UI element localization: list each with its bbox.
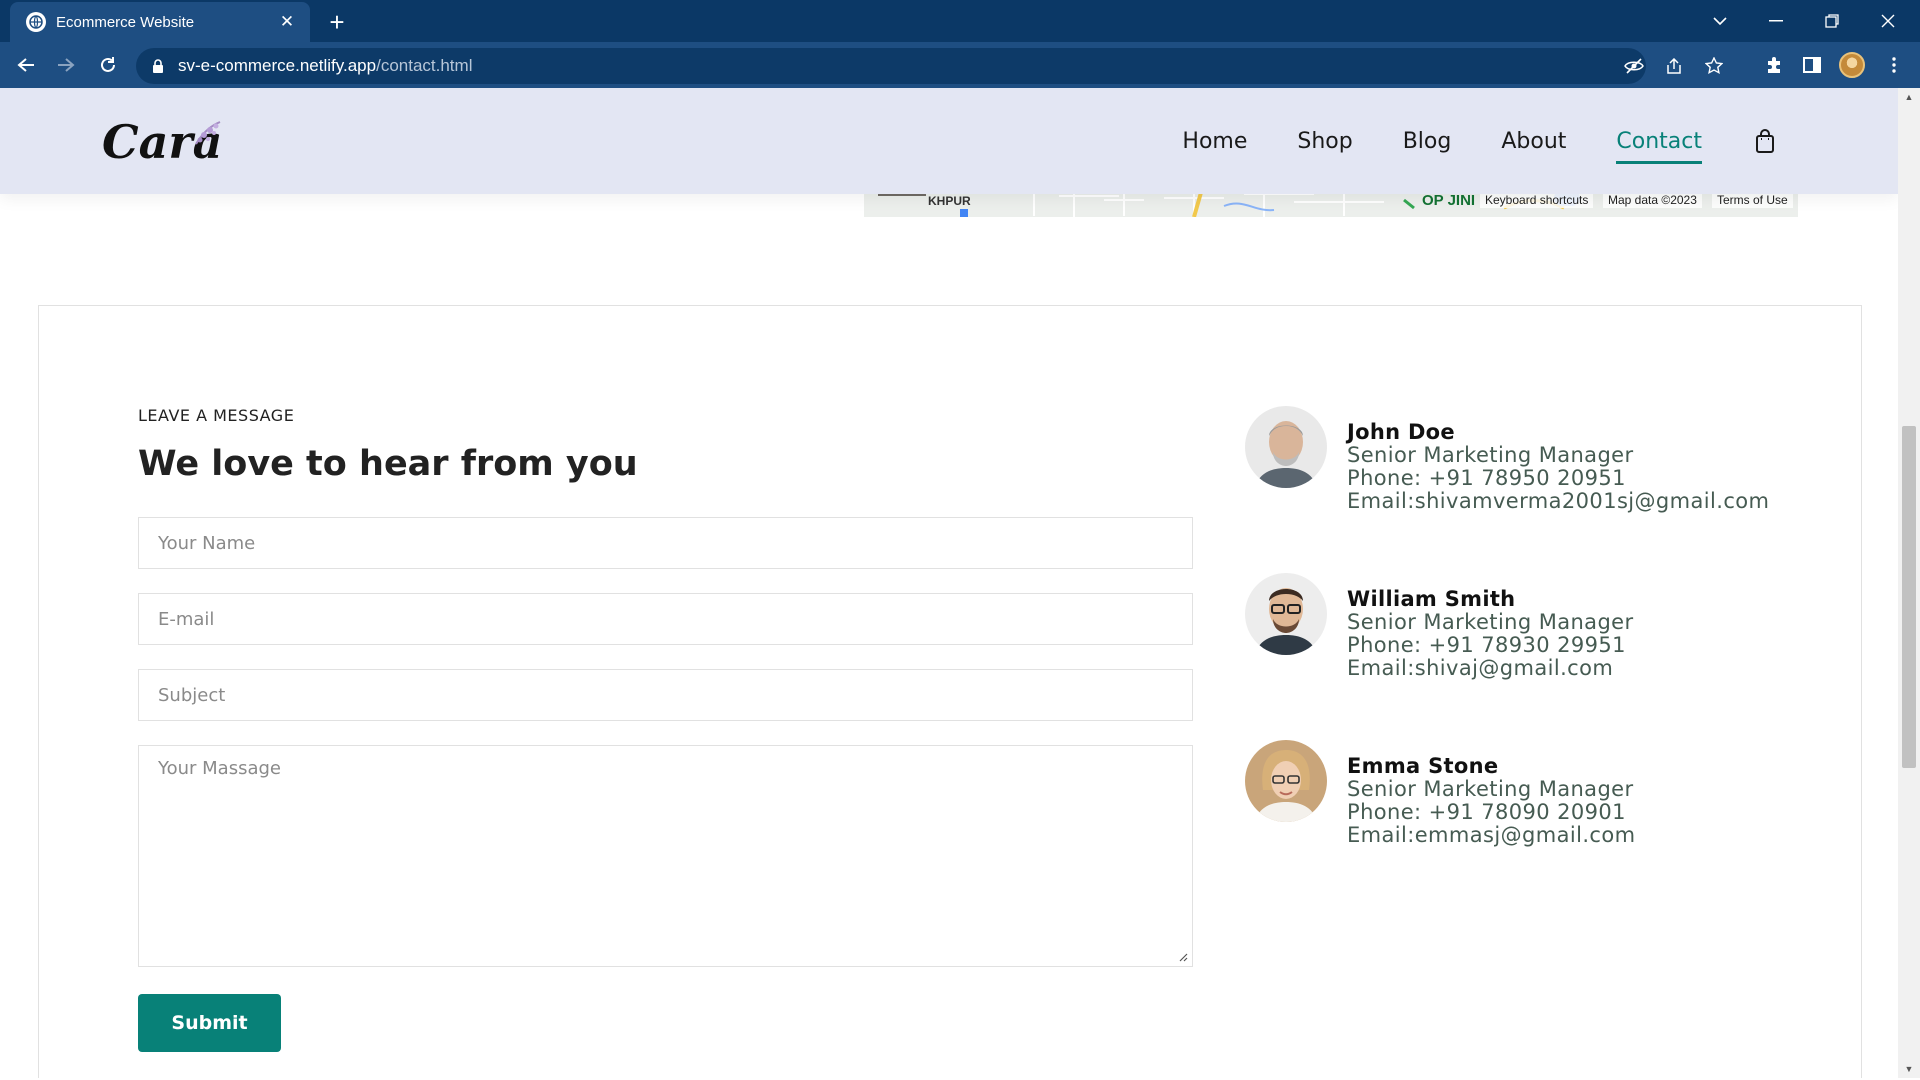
back-arrow-icon[interactable] xyxy=(6,45,46,85)
eye-off-icon[interactable] xyxy=(1616,48,1652,84)
person-name: John Doe xyxy=(1347,420,1455,444)
person-title: Senior Marketing Manager xyxy=(1347,610,1634,634)
window-close-icon[interactable] xyxy=(1860,0,1916,42)
person-phone: Phone: +91 78950 20951 xyxy=(1347,466,1626,490)
profile-avatar[interactable] xyxy=(1834,47,1870,83)
person-title: Senior Marketing Manager xyxy=(1347,777,1634,801)
scrollbar-thumb[interactable] xyxy=(1902,426,1916,768)
site-header: Cara Home Shop Blog About Contact xyxy=(0,88,1898,194)
address-bar[interactable]: sv-e-commerce.netlify.app/contact.html xyxy=(136,48,1723,84)
scroll-up-arrow-icon[interactable]: ▲ xyxy=(1898,88,1920,106)
map-keyboard-shortcuts-link[interactable]: Keyboard shortcuts xyxy=(1480,192,1594,208)
nav-contact[interactable]: Contact xyxy=(1616,129,1702,164)
browser-tab-bar: Ecommerce Website ✕ + xyxy=(0,0,1920,42)
submit-button[interactable]: Submit xyxy=(138,994,281,1052)
map-terms-link[interactable]: Terms of Use xyxy=(1712,192,1793,208)
minimize-icon[interactable] xyxy=(1748,0,1804,42)
main-nav: Home Shop Blog About Contact xyxy=(1132,88,1778,194)
url-path: /contact.html xyxy=(376,56,473,75)
nav-shop[interactable]: Shop xyxy=(1297,129,1352,154)
page-viewport: KHPUR OP JINI Keyboard shortcuts Map dat… xyxy=(0,88,1898,1078)
shopping-bag-icon[interactable] xyxy=(1752,128,1778,154)
restore-icon[interactable] xyxy=(1804,0,1860,42)
subject-input[interactable]: Subject xyxy=(138,669,1193,721)
reload-icon[interactable] xyxy=(88,45,128,85)
map-label: OP JINI xyxy=(1422,192,1476,209)
person-email: Email:shivaj@gmail.com xyxy=(1347,656,1614,680)
avatar xyxy=(1245,740,1327,822)
person-info: Emma Stone Senior Marketing Manager Phon… xyxy=(1347,754,1635,847)
tab-title: Ecommerce Website xyxy=(56,13,195,31)
email-input[interactable]: E-mail xyxy=(138,593,1193,645)
form-headline: We love to hear from you xyxy=(138,444,638,484)
name-input[interactable]: Your Name xyxy=(138,517,1193,569)
nav-home[interactable]: Home xyxy=(1182,129,1247,154)
browser-tab[interactable]: Ecommerce Website ✕ xyxy=(10,2,310,42)
nav-blog[interactable]: Blog xyxy=(1403,129,1452,154)
tab-search-icon[interactable] xyxy=(1692,0,1748,42)
menu-kebab-icon[interactable] xyxy=(1876,47,1912,83)
lock-icon[interactable] xyxy=(152,59,164,73)
person-phone: Phone: +91 78090 20901 xyxy=(1347,800,1626,824)
person-phone: Phone: +91 78930 29951 xyxy=(1347,633,1626,657)
person-info: John Doe Senior Marketing Manager Phone:… xyxy=(1347,420,1769,513)
side-panel-icon[interactable] xyxy=(1794,47,1830,83)
person-name: Emma Stone xyxy=(1347,754,1499,778)
globe-icon xyxy=(26,12,46,32)
person-title: Senior Marketing Manager xyxy=(1347,443,1634,467)
person-name: William Smith xyxy=(1347,587,1516,611)
message-placeholder: Your Massage xyxy=(158,758,281,779)
map-label: KHPUR xyxy=(928,194,971,208)
cara-logo[interactable]: Cara xyxy=(100,106,230,176)
avatar xyxy=(1245,573,1327,655)
share-icon[interactable] xyxy=(1656,48,1692,84)
avatar xyxy=(1245,406,1327,488)
page-scrollbar[interactable]: ▲ ▼ xyxy=(1898,88,1920,1078)
person-info: William Smith Senior Marketing Manager P… xyxy=(1347,587,1634,680)
person-email: Email:emmasj@gmail.com xyxy=(1347,823,1636,847)
browser-toolbar: sv-e-commerce.netlify.app/contact.html xyxy=(0,42,1920,88)
extensions-puzzle-icon[interactable] xyxy=(1756,47,1792,83)
resize-grip-icon[interactable] xyxy=(1178,952,1188,962)
scroll-down-arrow-icon[interactable]: ▼ xyxy=(1898,1060,1920,1078)
nav-about[interactable]: About xyxy=(1501,129,1566,154)
person-email: Email:shivamverma2001sj@gmail.com xyxy=(1347,489,1770,513)
url-host: sv-e-commerce.netlify.app xyxy=(178,56,377,75)
new-tab-icon[interactable]: + xyxy=(322,7,352,37)
svg-text:Cara: Cara xyxy=(102,115,222,169)
form-eyebrow: LEAVE A MESSAGE xyxy=(138,406,295,425)
star-icon[interactable] xyxy=(1696,48,1732,84)
forward-arrow-icon[interactable] xyxy=(46,45,86,85)
close-icon[interactable]: ✕ xyxy=(276,11,298,33)
message-textarea[interactable]: Your Massage xyxy=(138,745,1193,967)
map-data-attribution: Map data ©2023 xyxy=(1603,192,1702,208)
